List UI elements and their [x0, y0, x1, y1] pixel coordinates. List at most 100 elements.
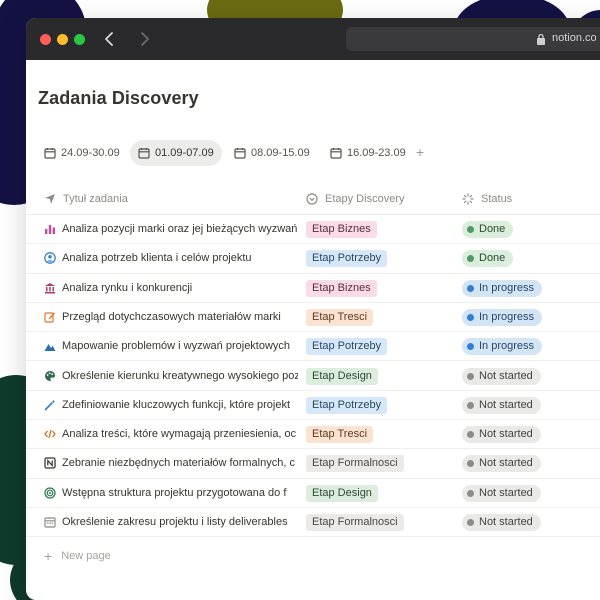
table-row[interactable]: Analiza pozycji marki oraz jej bieżących… — [26, 215, 600, 245]
etap-tag[interactable]: Etap Formalnosci — [306, 514, 404, 531]
minimize-window-button[interactable] — [57, 34, 68, 45]
view-tab[interactable]: 24.09-30.09 — [36, 140, 128, 166]
table-row[interactable]: Określenie kierunku kreatywnego wysokieg… — [26, 362, 600, 391]
etap-tag[interactable]: Etap Potrzeby — [306, 250, 388, 268]
status-badge[interactable]: Not started — [462, 367, 541, 385]
etap-tag[interactable]: Etap Formalnosci — [306, 455, 404, 473]
status-dot — [467, 489, 474, 497]
task-title[interactable]: Zebranie niezbędnych materiałów formalny… — [62, 457, 298, 469]
table-row[interactable]: Zdefiniowanie kluczowych funkcji, które … — [26, 391, 600, 421]
status-badge[interactable]: Not started — [462, 426, 541, 444]
lock-icon — [537, 33, 545, 45]
etap-tag[interactable]: Etap Design — [306, 484, 378, 502]
status-label: Not started — [479, 428, 533, 441]
table-row[interactable]: Analiza treści, które wymagają przeniesi… — [26, 420, 600, 450]
browser-window: notion.co Zadania Discovery 24.09-30.09 0… — [26, 18, 600, 600]
select-circle-icon — [306, 193, 318, 205]
status-label: In progress — [479, 281, 535, 294]
status-dot — [467, 255, 474, 263]
view-tab[interactable]: 08.09-15.09 — [226, 140, 318, 166]
status-dot — [467, 431, 474, 439]
status-badge[interactable]: In progress — [462, 279, 543, 297]
table-row[interactable]: Przegląd dotychczasowych materiałów mark… — [26, 303, 600, 333]
address-bar[interactable]: notion.co — [346, 27, 600, 51]
bank-icon — [45, 282, 55, 294]
etap-tag[interactable]: Etap Tresci — [306, 426, 374, 444]
etap-tag[interactable]: Etap Biznes — [306, 221, 377, 238]
task-title[interactable]: Wstępna struktura projektu przygotowana … — [62, 487, 298, 499]
column-header-status-label: Status — [481, 193, 513, 205]
status-label: Done — [479, 252, 506, 265]
status-dot — [467, 401, 474, 409]
magic-wand-icon — [44, 399, 56, 411]
etap-tag[interactable]: Etap Biznes — [306, 279, 377, 297]
new-page-label: New page — [61, 550, 111, 562]
status-label: Not started — [479, 457, 533, 470]
plus-icon: + — [44, 547, 53, 564]
etap-tag[interactable]: Etap Potrzeby — [306, 396, 388, 414]
status-dot — [467, 519, 474, 526]
status-badge[interactable]: Not started — [462, 484, 541, 502]
code-icon — [44, 429, 56, 439]
etap-tag[interactable]: Etap Potrzeby — [306, 338, 388, 356]
target-icon — [44, 487, 56, 499]
calendar-icon — [138, 148, 150, 159]
etap-tag[interactable]: Etap Tresci — [306, 308, 374, 326]
status-label: Not started — [479, 516, 533, 528]
navigation-arrow-icon — [45, 194, 55, 204]
task-title[interactable]: Zdefiniowanie kluczowych funkcji, które … — [62, 399, 298, 411]
column-header-name[interactable]: Tytuł zadania — [44, 193, 128, 205]
status-badge[interactable]: In progress — [462, 308, 543, 326]
status-dot — [467, 313, 474, 321]
task-title[interactable]: Przegląd dotychczasowych materiałów mark… — [62, 311, 298, 323]
status-dot — [467, 460, 474, 468]
table-row[interactable]: Określenie zakresu projektu i listy deli… — [26, 508, 600, 538]
status-badge[interactable]: Not started — [462, 455, 541, 473]
task-title[interactable]: Analiza pozycji marki oraz jej bieżących… — [62, 223, 298, 235]
status-spinner-icon — [462, 193, 474, 205]
status-label: Not started — [479, 398, 533, 411]
mountain-icon — [44, 344, 56, 352]
table-row[interactable]: Zebranie niezbędnych materiałów formalny… — [26, 449, 600, 479]
view-tab-label: 24.09-30.09 — [61, 147, 120, 159]
status-badge[interactable]: Not started — [462, 514, 541, 531]
table-row[interactable]: Wstępna struktura projektu przygotowana … — [26, 479, 600, 508]
view-tab-label: 16.09-23.09 — [347, 147, 406, 159]
back-arrow-icon[interactable] — [100, 28, 120, 50]
view-tab[interactable]: 16.09-23.09 — [322, 140, 414, 166]
column-header-etap-label: Etapy Discovery — [325, 193, 405, 205]
forward-arrow-icon[interactable] — [134, 28, 154, 50]
task-title[interactable]: Określenie zakresu projektu i listy deli… — [62, 516, 298, 528]
status-label: In progress — [479, 310, 535, 323]
task-title[interactable]: Analiza rynku i konkurencji — [62, 282, 298, 294]
status-badge[interactable]: Done — [462, 221, 514, 238]
view-tab-label: 08.09-15.09 — [251, 147, 310, 159]
page-title: Zadania Discovery — [38, 88, 199, 108]
new-page-button[interactable]: + New page — [44, 547, 111, 564]
close-window-button[interactable] — [40, 34, 51, 45]
table-header: Tytuł zadania Etapy Discovery Status — [26, 186, 600, 215]
task-title[interactable]: Analiza treści, które wymagają przeniesi… — [62, 428, 298, 440]
column-header-etap[interactable]: Etapy Discovery — [306, 193, 404, 205]
column-header-status[interactable]: Status — [462, 193, 512, 205]
task-title[interactable]: Mapowanie problemów i wyzwań projektowyc… — [62, 340, 298, 352]
maximize-window-button[interactable] — [74, 34, 85, 45]
view-tab[interactable]: 01.09-07.09 — [130, 140, 222, 166]
task-title[interactable]: Analiza potrzeb klienta i celów projektu — [62, 252, 298, 264]
table-row[interactable]: Analiza rynku i konkurencji Etap Biznes In… — [26, 274, 600, 303]
palette-icon — [45, 370, 55, 381]
status-badge[interactable]: Done — [462, 250, 514, 268]
status-label: Not started — [479, 369, 533, 382]
calendar-icon — [44, 517, 56, 528]
edit-icon — [44, 312, 55, 323]
task-title[interactable]: Określenie kierunku kreatywnego wysokieg… — [62, 370, 298, 382]
calendar-icon — [234, 148, 246, 159]
etap-tag[interactable]: Etap Design — [306, 367, 378, 385]
status-label: Done — [479, 223, 506, 235]
add-view-button[interactable]: + — [416, 144, 424, 160]
table-row[interactable]: Mapowanie problemów i wyzwań projektowyc… — [26, 332, 600, 362]
status-dot — [467, 372, 474, 380]
status-badge[interactable]: In progress — [462, 338, 543, 356]
status-badge[interactable]: Not started — [462, 396, 541, 414]
table-row[interactable]: Analiza potrzeb klienta i celów projektu… — [26, 244, 600, 274]
